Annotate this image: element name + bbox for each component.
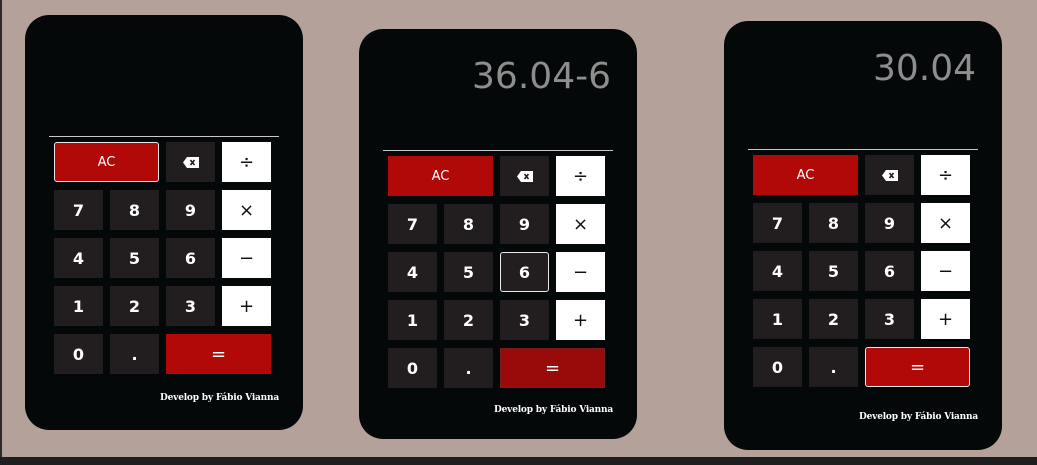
minus-button[interactable]: −	[921, 251, 970, 291]
keypad: AC ÷ 7 8 9 × 4 5 6 − 1 2 3 + 0 . =	[388, 156, 606, 388]
digit-3-button[interactable]: 3	[500, 300, 549, 340]
digit-9-button[interactable]: 9	[166, 190, 215, 230]
minus-button[interactable]: −	[222, 238, 271, 278]
digit-2-button[interactable]: 2	[809, 299, 858, 339]
keypad: AC ÷ 7 8 9 × 4 5 6 − 1 2 3 + 0 . =	[753, 155, 971, 387]
digit-0-button[interactable]: 0	[753, 347, 802, 387]
backspace-icon	[516, 170, 533, 182]
digit-3-button[interactable]: 3	[166, 286, 215, 326]
digit-4-button[interactable]: 4	[54, 238, 103, 278]
divide-button[interactable]: ÷	[556, 156, 605, 196]
calculator-3: 30.04 AC ÷ 7 8 9 × 4 5 6 − 1 2 3 + 0 . =…	[724, 21, 1002, 450]
digit-6-button[interactable]: 6	[500, 252, 549, 292]
digit-7-button[interactable]: 7	[388, 204, 437, 244]
digit-4-button[interactable]: 4	[753, 251, 802, 291]
multiply-button[interactable]: ×	[556, 204, 605, 244]
equals-button[interactable]: =	[865, 347, 970, 387]
digit-1-button[interactable]: 1	[388, 300, 437, 340]
plus-button[interactable]: +	[921, 299, 970, 339]
digit-7-button[interactable]: 7	[753, 203, 802, 243]
window-edge	[0, 0, 2, 465]
clear-button[interactable]: AC	[388, 156, 493, 196]
backspace-button[interactable]	[500, 156, 549, 196]
digit-5-button[interactable]: 5	[444, 252, 493, 292]
calculator-2: 36.04-6 AC ÷ 7 8 9 × 4 5 6 − 1 2 3 + 0 .…	[359, 29, 637, 439]
multiply-button[interactable]: ×	[921, 203, 970, 243]
backspace-icon	[182, 156, 199, 168]
credit-text: Develop by Fábio Vianna	[160, 393, 279, 403]
calculator-1: AC ÷ 7 8 9 × 4 5 6 − 1 2 3 + 0 . = Devel…	[25, 15, 303, 430]
backspace-button[interactable]	[166, 142, 215, 182]
display-divider	[748, 149, 978, 150]
digit-3-button[interactable]: 3	[865, 299, 914, 339]
divide-button[interactable]: ÷	[222, 142, 271, 182]
multiply-button[interactable]: ×	[222, 190, 271, 230]
digit-8-button[interactable]: 8	[444, 204, 493, 244]
display-divider	[49, 136, 279, 137]
divide-button[interactable]: ÷	[921, 155, 970, 195]
digit-0-button[interactable]: 0	[388, 348, 437, 388]
equals-button[interactable]: =	[500, 348, 605, 388]
digit-4-button[interactable]: 4	[388, 252, 437, 292]
digit-6-button[interactable]: 6	[166, 238, 215, 278]
calculator-display: 30.04	[872, 48, 976, 89]
digit-8-button[interactable]: 8	[110, 190, 159, 230]
plus-button[interactable]: +	[556, 300, 605, 340]
digit-5-button[interactable]: 5	[110, 238, 159, 278]
digit-9-button[interactable]: 9	[500, 204, 549, 244]
backspace-button[interactable]	[865, 155, 914, 195]
digit-2-button[interactable]: 2	[110, 286, 159, 326]
decimal-button[interactable]: .	[110, 334, 159, 374]
plus-button[interactable]: +	[222, 286, 271, 326]
digit-8-button[interactable]: 8	[809, 203, 858, 243]
digit-9-button[interactable]: 9	[865, 203, 914, 243]
digit-2-button[interactable]: 2	[444, 300, 493, 340]
clear-button[interactable]: AC	[54, 142, 159, 182]
keypad: AC ÷ 7 8 9 × 4 5 6 − 1 2 3 + 0 . =	[54, 142, 272, 374]
credit-text: Develop by Fábio Vianna	[494, 405, 613, 415]
digit-1-button[interactable]: 1	[54, 286, 103, 326]
window-bottom-bar	[0, 457, 1037, 465]
digit-6-button[interactable]: 6	[865, 251, 914, 291]
digit-7-button[interactable]: 7	[54, 190, 103, 230]
backspace-icon	[881, 169, 898, 181]
decimal-button[interactable]: .	[809, 347, 858, 387]
digit-5-button[interactable]: 5	[809, 251, 858, 291]
equals-button[interactable]: =	[166, 334, 271, 374]
credit-text: Develop by Fábio Vianna	[859, 412, 978, 422]
clear-button[interactable]: AC	[753, 155, 858, 195]
minus-button[interactable]: −	[556, 252, 605, 292]
decimal-button[interactable]: .	[444, 348, 493, 388]
calculator-display: 36.04-6	[472, 56, 611, 97]
display-divider	[383, 150, 613, 151]
digit-0-button[interactable]: 0	[54, 334, 103, 374]
digit-1-button[interactable]: 1	[753, 299, 802, 339]
